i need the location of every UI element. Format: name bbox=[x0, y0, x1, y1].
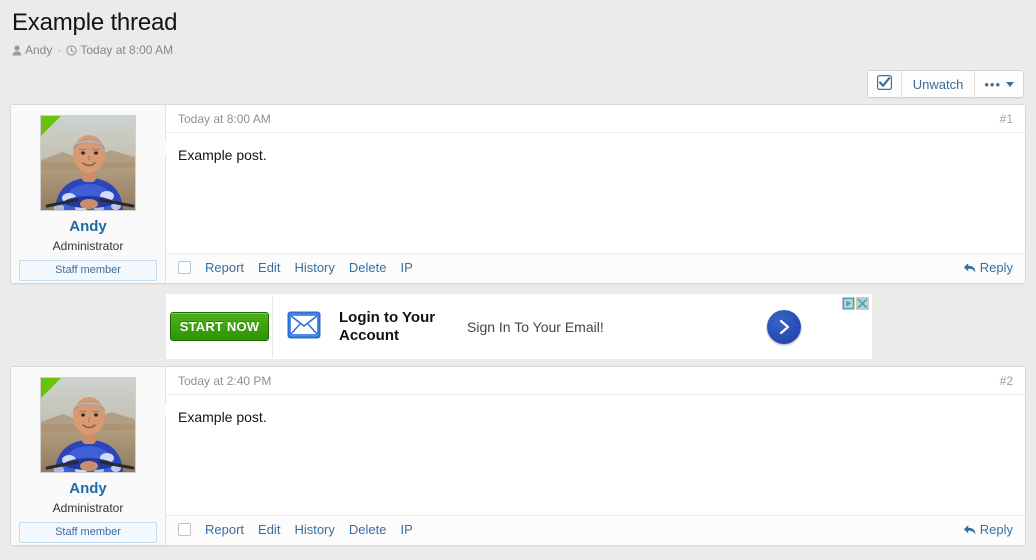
post-select-checkbox[interactable] bbox=[178, 261, 191, 274]
ip-link[interactable]: IP bbox=[400, 260, 412, 275]
post-message: Andy Administrator Staff member Today at… bbox=[10, 104, 1026, 284]
post-footer: Report Edit History Delete IP Reply bbox=[166, 253, 1025, 283]
page-title: Example thread bbox=[12, 8, 1024, 38]
reply-button[interactable]: Reply bbox=[963, 260, 1013, 275]
report-link[interactable]: Report bbox=[205, 522, 244, 537]
ellipsis-icon: ••• bbox=[984, 78, 1001, 91]
ad-content: Login to Your Account Sign In To Your Em… bbox=[273, 295, 871, 358]
post-body: Example post. bbox=[166, 133, 1025, 253]
post-footer: Report Edit History Delete IP Reply bbox=[166, 515, 1025, 545]
history-link[interactable]: History bbox=[294, 522, 334, 537]
avatar[interactable] bbox=[40, 115, 136, 211]
envelope-icon bbox=[287, 311, 321, 342]
post-user-title: Administrator bbox=[19, 500, 157, 516]
post-username[interactable]: Andy bbox=[19, 479, 157, 498]
online-status-flag bbox=[41, 116, 61, 136]
thread-meta: Andy · Today at 8:00 AM bbox=[12, 42, 1024, 58]
post-date[interactable]: Today at 2:40 PM bbox=[178, 374, 271, 388]
advertisement-banner[interactable]: START NOW Login to Your Account Sign In … bbox=[166, 294, 872, 359]
online-status-flag bbox=[41, 378, 61, 398]
delete-link[interactable]: Delete bbox=[349, 260, 387, 275]
thread-date-text: Today at 8:00 AM bbox=[80, 42, 173, 58]
edit-link[interactable]: Edit bbox=[258, 260, 280, 275]
staff-member-badge: Staff member bbox=[19, 260, 157, 281]
thread-date: Today at 8:00 AM bbox=[66, 42, 173, 58]
reply-arrow-icon bbox=[963, 524, 976, 536]
post-number[interactable]: #1 bbox=[1000, 112, 1013, 126]
post-actions: Report Edit History Delete IP bbox=[205, 522, 413, 537]
watch-toggle-button[interactable] bbox=[868, 71, 902, 97]
ad-go-button[interactable] bbox=[767, 310, 801, 344]
clock-icon bbox=[66, 45, 77, 56]
staff-member-badge: Staff member bbox=[19, 522, 157, 543]
more-options-button[interactable]: ••• bbox=[975, 71, 1023, 97]
ad-start-now-button[interactable]: START NOW bbox=[170, 312, 270, 341]
reply-label: Reply bbox=[980, 260, 1013, 275]
edit-link[interactable]: Edit bbox=[258, 522, 280, 537]
user-icon bbox=[12, 45, 22, 56]
thread-page: Example thread Andy · bbox=[0, 0, 1036, 560]
thread-header: Example thread Andy · bbox=[0, 0, 1036, 58]
reply-arrow-icon bbox=[963, 262, 976, 274]
post-content: Today at 2:40 PM #2 Example post. Report… bbox=[166, 367, 1025, 545]
avatar[interactable] bbox=[40, 377, 136, 473]
post-message: Andy Administrator Staff member Today at… bbox=[10, 366, 1026, 546]
post-header: Today at 8:00 AM #1 bbox=[166, 105, 1025, 133]
ad-headline: Login to Your Account bbox=[339, 309, 449, 345]
post-select-checkbox[interactable] bbox=[178, 523, 191, 536]
history-link[interactable]: History bbox=[294, 260, 334, 275]
thread-toolbar: Unwatch ••• bbox=[867, 70, 1024, 98]
post-content: Today at 8:00 AM #1 Example post. Report… bbox=[166, 105, 1025, 283]
post-user-title: Administrator bbox=[19, 238, 157, 254]
post-actions: Report Edit History Delete IP bbox=[205, 260, 413, 275]
adchoices-icon[interactable] bbox=[842, 297, 855, 310]
unwatch-button[interactable]: Unwatch bbox=[902, 71, 976, 97]
post-body: Example post. bbox=[166, 395, 1025, 515]
meta-separator: · bbox=[56, 42, 62, 58]
chevron-right-icon bbox=[777, 319, 791, 335]
report-link[interactable]: Report bbox=[205, 260, 244, 275]
ad-choices-controls bbox=[842, 297, 869, 310]
close-icon[interactable] bbox=[856, 297, 869, 310]
delete-link[interactable]: Delete bbox=[349, 522, 387, 537]
thread-author[interactable]: Andy bbox=[12, 42, 52, 58]
post-date[interactable]: Today at 8:00 AM bbox=[178, 112, 271, 126]
reply-label: Reply bbox=[980, 522, 1013, 537]
post-number[interactable]: #2 bbox=[1000, 374, 1013, 388]
ip-link[interactable]: IP bbox=[400, 522, 412, 537]
checkbox-checked-icon bbox=[877, 75, 892, 93]
post-username[interactable]: Andy bbox=[19, 217, 157, 236]
reply-button[interactable]: Reply bbox=[963, 522, 1013, 537]
ad-subtext: Sign In To Your Email! bbox=[467, 319, 604, 335]
unwatch-label: Unwatch bbox=[913, 77, 964, 92]
chevron-down-icon bbox=[1006, 82, 1014, 87]
post-user-info: Andy Administrator Staff member bbox=[11, 367, 166, 545]
post-user-info: Andy Administrator Staff member bbox=[11, 105, 166, 283]
post-header: Today at 2:40 PM #2 bbox=[166, 367, 1025, 395]
ad-cta-area: START NOW bbox=[167, 295, 273, 358]
thread-author-name: Andy bbox=[25, 42, 52, 58]
